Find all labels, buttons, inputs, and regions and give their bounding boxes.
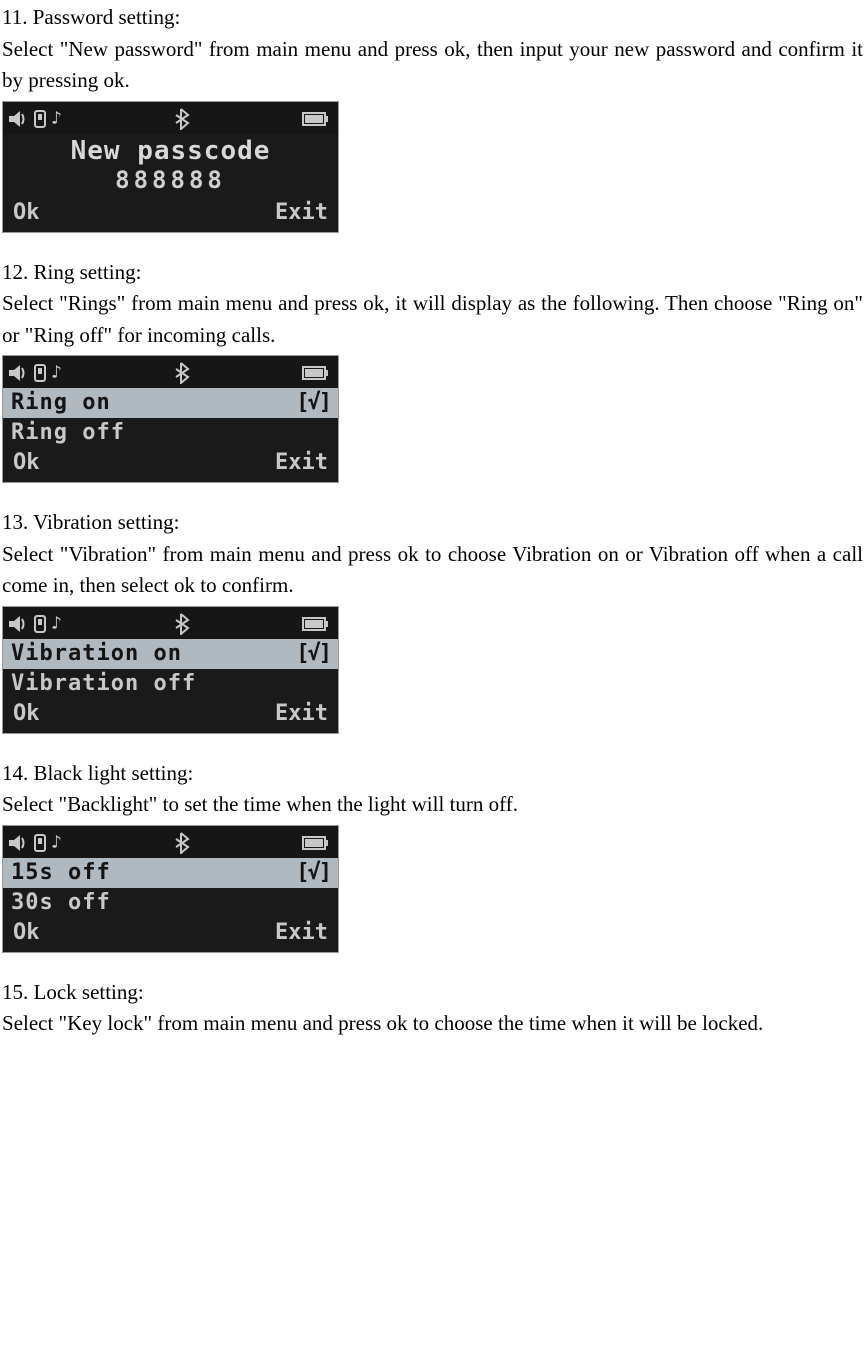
menu-label: Ring on [11,392,111,414]
softkey-ok: Ok [13,202,40,224]
menu-item-ring-off: Ring off [3,418,338,448]
speaker-icon [9,834,31,852]
statusbar: ♪ [3,102,338,134]
screen-title: New passcode [3,136,338,166]
softkey-exit: Exit [275,202,328,224]
screenshot-passcode: ♪ New passcode 888888 Ok Exit [2,101,339,233]
menu-label: Vibration on [11,643,182,665]
phone-icon [33,834,49,852]
music-icon: ♪ [51,364,62,382]
speaker-icon [9,364,31,382]
menu-item-15s: 15s off [√] [3,858,338,888]
screenshot-backlight: ♪ 15s off [√] 30s off Ok Exit [2,825,339,953]
menu-label: 15s off [11,862,111,884]
music-icon: ♪ [51,110,62,128]
softkey-ok: Ok [13,922,40,944]
speaker-icon [9,615,31,633]
bluetooth-icon [173,362,191,384]
heading-15: 15. Lock setting: [2,977,863,1009]
menu-item-30s: 30s off [3,888,338,918]
bluetooth-icon [173,108,191,130]
menu-item-vibration-off: Vibration off [3,669,338,699]
heading-11: 11. Password setting: [2,2,863,34]
check-mark-icon: [√] [296,392,330,414]
body-12: Select "Rings" from main menu and press … [2,288,863,351]
softkey-exit: Exit [275,922,328,944]
phone-icon [33,110,49,128]
statusbar: ♪ [3,826,338,858]
heading-12: 12. Ring setting: [2,257,863,289]
check-mark-icon: [√] [296,862,330,884]
softkey-exit: Exit [275,703,328,725]
screenshot-rings: ♪ Ring on [√] Ring off Ok Exit [2,355,339,483]
softkey-ok: Ok [13,452,40,474]
heading-13: 13. Vibration setting: [2,507,863,539]
battery-icon [302,365,330,381]
body-13: Select "Vibration" from main menu and pr… [2,539,863,602]
music-icon: ♪ [51,615,62,633]
softkey-exit: Exit [275,452,328,474]
phone-icon [33,364,49,382]
body-15: Select "Key lock" from main menu and pre… [2,1008,863,1040]
body-14: Select "Backlight" to set the time when … [2,789,863,821]
menu-label: 30s off [11,892,111,914]
softkey-ok: Ok [13,703,40,725]
phone-icon [33,615,49,633]
battery-icon [302,111,330,127]
heading-14: 14. Black light setting: [2,758,863,790]
statusbar: ♪ [3,356,338,388]
passcode-value: 888888 [3,166,338,194]
bluetooth-icon [173,613,191,635]
menu-label: Ring off [11,422,125,444]
menu-item-ring-on: Ring on [√] [3,388,338,418]
bluetooth-icon [173,832,191,854]
battery-icon [302,616,330,632]
menu-label: Vibration off [11,673,196,695]
battery-icon [302,835,330,851]
check-mark-icon: [√] [296,643,330,665]
screenshot-vibration: ♪ Vibration on [√] Vibration off Ok Exit [2,606,339,734]
menu-item-vibration-on: Vibration on [√] [3,639,338,669]
body-11: Select "New password" from main menu and… [2,34,863,97]
music-icon: ♪ [51,834,62,852]
statusbar: ♪ [3,607,338,639]
speaker-icon [9,110,31,128]
